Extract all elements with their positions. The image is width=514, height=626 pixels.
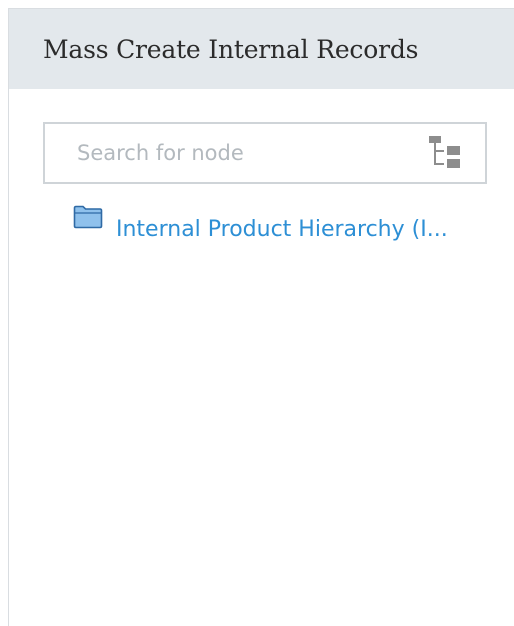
panel-title: Mass Create Internal Records	[43, 34, 419, 64]
node-search-box	[43, 122, 487, 184]
panel-header: Mass Create Internal Records	[9, 9, 514, 89]
node-search-input[interactable]	[45, 124, 415, 182]
tree-node-label[interactable]: Internal Product Hierarchy (I...	[116, 217, 448, 242]
tree-structure-icon[interactable]	[427, 134, 467, 172]
folder-icon	[73, 205, 103, 229]
tree-node[interactable]: Internal Product Hierarchy (I...	[73, 201, 448, 242]
mass-create-panel: Mass Create Internal Records Internal Pr…	[8, 8, 514, 626]
